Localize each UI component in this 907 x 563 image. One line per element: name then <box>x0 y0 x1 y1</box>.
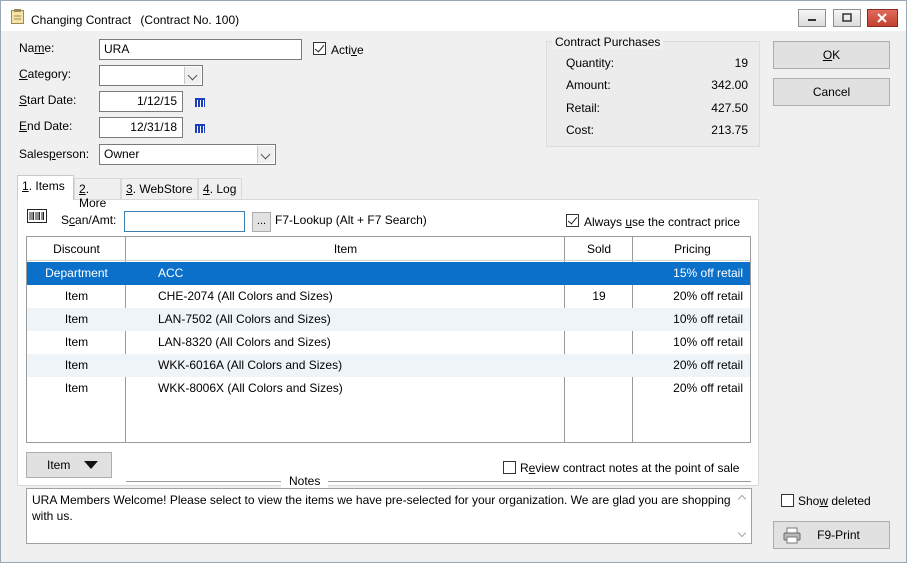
cell-sold: 19 <box>592 289 606 303</box>
notes-divider <box>126 481 751 482</box>
cell-pricing: 20% off retail <box>673 381 743 395</box>
quantity-label: Quantity: <box>566 56 615 70</box>
contract-window: Changing Contract (Contract No. 100) Nam… <box>0 0 907 563</box>
amount-label: Amount: <box>566 78 611 92</box>
triangle-down-icon <box>84 461 98 469</box>
header-item[interactable]: Item <box>126 242 565 256</box>
review-notes-checkbox[interactable] <box>503 461 516 474</box>
print-label: F9-Print <box>817 528 860 542</box>
title-bar: Changing Contract (Contract No. 100) <box>1 1 906 31</box>
start-date-field[interactable]: 1/12/15 <box>99 91 183 112</box>
calendar-icon[interactable] <box>195 124 205 133</box>
tab-items[interactable]: 1. Items <box>17 175 74 200</box>
window-title: Changing Contract (Contract No. 100) <box>31 13 239 27</box>
salesperson-value: Owner <box>104 147 140 161</box>
show-deleted-label: Show deleted <box>798 494 871 508</box>
end-date-label: End Date: <box>19 119 73 133</box>
table-row[interactable]: Item CHE-2074 (All Colors and Sizes) 19 … <box>27 285 750 308</box>
quantity-value: 19 <box>734 56 748 70</box>
notes-textarea[interactable]: URA Members Welcome! Please select to vi… <box>26 488 752 544</box>
name-field[interactable]: URA <box>99 39 302 60</box>
end-date-field[interactable]: 12/31/18 <box>99 117 183 138</box>
cell-pricing: 15% off retail <box>673 266 743 280</box>
cell-item: WKK-8006X (All Colors and Sizes) <box>158 381 343 395</box>
table-row[interactable]: Item WKK-6016A (All Colors and Sizes) 20… <box>27 354 750 377</box>
scan-amt-field[interactable] <box>124 211 245 232</box>
cell-pricing: 10% off retail <box>673 335 743 349</box>
review-notes-label: Review contract notes at the point of sa… <box>520 461 740 475</box>
clipboard-icon <box>11 9 24 24</box>
notes-scrollbar[interactable] <box>734 489 751 543</box>
scan-amt-label: Scan/Amt: <box>61 213 117 227</box>
cost-label: Cost: <box>566 123 595 137</box>
category-label: Category: <box>19 67 72 81</box>
close-icon <box>877 13 887 23</box>
tab-more[interactable]: 2. More <box>74 178 121 210</box>
start-date-label: Start Date: <box>19 93 77 107</box>
ok-button[interactable]: OK <box>773 41 890 69</box>
cell-pricing: 10% off retail <box>673 312 743 326</box>
name-label: Name: <box>19 41 55 55</box>
category-select[interactable] <box>99 65 203 86</box>
chevron-down-icon <box>257 146 274 163</box>
scroll-up-icon[interactable] <box>737 494 747 504</box>
cancel-button[interactable]: Cancel <box>773 78 890 106</box>
window-title-text: Changing Contract <box>31 13 132 27</box>
always-use-contract-price-label: Always use the contract price <box>584 215 741 229</box>
cell-item: LAN-8320 (All Colors and Sizes) <box>158 335 331 349</box>
table-row[interactable]: Item LAN-8320 (All Colors and Sizes) 10%… <box>27 331 750 354</box>
minimize-icon <box>808 19 816 21</box>
cell-discount: Item <box>64 335 89 349</box>
maximize-icon <box>842 13 852 22</box>
cell-discount: Item <box>64 381 89 395</box>
cell-discount: Department <box>45 266 108 280</box>
salesperson-label: Salesperson: <box>19 147 90 161</box>
lookup-button[interactable]: ... <box>252 212 271 232</box>
cell-item: CHE-2074 (All Colors and Sizes) <box>158 289 333 303</box>
barcode-icon <box>27 209 47 223</box>
salesperson-select[interactable]: Owner <box>99 144 276 165</box>
cell-discount: Item <box>64 358 89 372</box>
cell-discount: Item <box>64 289 89 303</box>
retail-label: Retail: <box>566 101 601 115</box>
minimize-button[interactable] <box>798 9 826 27</box>
retail-value: 427.50 <box>711 101 748 115</box>
chevron-down-icon <box>184 67 201 84</box>
header-pricing[interactable]: Pricing <box>633 242 750 256</box>
item-menu-label: Item <box>47 458 71 472</box>
table-row[interactable]: Department ACC 15% off retail <box>27 262 750 285</box>
cost-value: 213.75 <box>711 123 748 137</box>
always-use-contract-price-checkbox[interactable] <box>566 214 579 227</box>
tab-webstore[interactable]: 3. WebStore <box>121 178 198 199</box>
cell-item: WKK-6016A (All Colors and Sizes) <box>158 358 343 372</box>
lookup-hint: F7-Lookup (Alt + F7 Search) <box>275 213 427 227</box>
active-label: Active <box>331 43 364 57</box>
grid-header: Discount Item Sold Pricing <box>27 237 750 261</box>
cell-item: ACC <box>158 266 184 280</box>
table-row[interactable]: Item LAN-7502 (All Colors and Sizes) 10%… <box>27 308 750 331</box>
table-row[interactable]: Item WKK-8006X (All Colors and Sizes) 20… <box>27 377 750 400</box>
contract-purchases-title: Contract Purchases <box>552 35 664 49</box>
notes-label: Notes <box>281 474 329 488</box>
cell-pricing: 20% off retail <box>673 358 743 372</box>
header-sold[interactable]: Sold <box>565 242 633 256</box>
notes-text: URA Members Welcome! Please select to vi… <box>32 493 731 523</box>
active-checkbox[interactable] <box>313 42 326 55</box>
cell-discount: Item <box>64 312 89 326</box>
tab-log[interactable]: 4. Log <box>198 178 242 199</box>
items-grid: Discount Item Sold Pricing Department AC… <box>26 236 751 443</box>
amount-value: 342.00 <box>711 78 748 92</box>
calendar-icon[interactable] <box>195 98 205 107</box>
contract-number: (Contract No. 100) <box>140 13 240 27</box>
print-button[interactable]: F9-Print <box>773 521 890 549</box>
cell-pricing: 20% off retail <box>673 289 743 303</box>
close-button[interactable] <box>867 9 898 27</box>
scroll-down-icon[interactable] <box>737 528 747 538</box>
show-deleted-checkbox[interactable] <box>781 494 794 507</box>
printer-icon <box>783 527 801 544</box>
maximize-button[interactable] <box>833 9 861 27</box>
cell-item: LAN-7502 (All Colors and Sizes) <box>158 312 331 326</box>
header-discount[interactable]: Discount <box>27 242 126 256</box>
item-menu-button[interactable]: Item <box>26 452 112 478</box>
